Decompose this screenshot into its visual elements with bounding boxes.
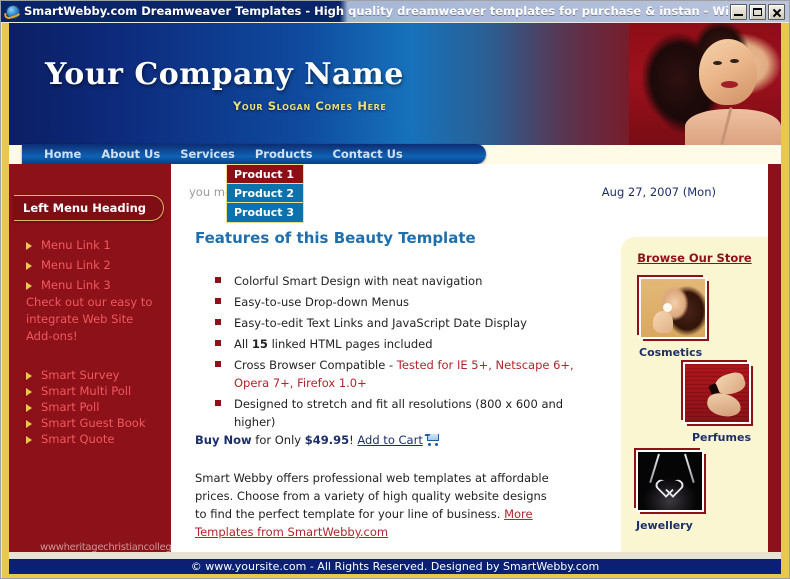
nav-item-about-us[interactable]: About Us [91, 144, 170, 164]
internet-explorer-icon [3, 4, 22, 20]
minimize-button[interactable] [730, 3, 747, 20]
store-sidebar: Browse Our Store Cosmetics Perfumes Jewe… [621, 237, 768, 552]
nav-item-services[interactable]: Services [170, 144, 245, 164]
page-canvas: Your Company Name Your Slogan Comes Here… [2, 23, 789, 578]
title-bar: SmartWebby.com Dreamweaver Templates - H… [1, 1, 789, 22]
shopping-cart-icon [424, 434, 440, 446]
price-label: $49.95 [304, 433, 350, 447]
site-slogan: Your Slogan Comes Here [233, 99, 387, 113]
intro-paragraph: Smart Webby offers professional web temp… [195, 469, 555, 541]
store-item-perfumes[interactable]: Perfumes [683, 362, 751, 444]
right-red-strip [768, 164, 781, 552]
sidebar-link-smart-guest-book[interactable]: Smart Guest Book [26, 416, 146, 430]
sidebar-heading: Left Menu Heading [14, 195, 164, 221]
browser-window: SmartWebby.com Dreamweaver Templates - H… [0, 0, 790, 579]
sidebar-link-smart-survey[interactable]: Smart Survey [26, 368, 119, 382]
add-to-cart-link[interactable]: Add to Cart [357, 433, 422, 447]
sidebar-link-smart-poll[interactable]: Smart Poll [26, 400, 99, 414]
list-item: Easy-to-use Drop-down Menus [215, 293, 585, 311]
browser-compat-label: Cross Browser Compatible - [234, 358, 397, 372]
window-title: SmartWebby.com Dreamweaver Templates - H… [24, 4, 730, 18]
bottom-rail [2, 574, 789, 578]
page-title: Features of this Beauty Template [195, 229, 476, 247]
nav-item-contact-us[interactable]: Contact Us [322, 144, 412, 164]
list-item: Colorful Smart Design with neat navigati… [215, 272, 585, 290]
store-item-jewellery[interactable]: Jewellery [636, 450, 704, 532]
maximize-button[interactable] [749, 3, 766, 20]
right-gold-rail [781, 23, 789, 578]
buy-now-line: Buy Now for Only $49.95! Add to Cart [195, 433, 440, 447]
current-date: Aug 27, 2007 (Mon) [601, 185, 716, 199]
sidebar-link-menu-link-2[interactable]: Menu Link 2 [26, 258, 111, 272]
cosmetics-thumbnail[interactable] [639, 277, 707, 339]
main-navigation: Home About Us Services Products Contact … [22, 144, 486, 164]
close-button[interactable] [768, 3, 785, 20]
nav-item-products[interactable]: Products [245, 144, 323, 164]
sidebar-link-menu-link-1[interactable]: Menu Link 1 [26, 238, 111, 252]
sidebar-link-smart-quote[interactable]: Smart Quote [26, 432, 114, 446]
store-item-label: Perfumes [691, 431, 751, 444]
store-item-cosmetics[interactable]: Cosmetics [639, 277, 707, 359]
list-item: All 15 linked HTML pages included [215, 335, 585, 353]
feature-list: Colorful Smart Design with neat navigati… [215, 272, 585, 434]
store-item-label: Jewellery [636, 519, 693, 532]
footer-bar: © www.yoursite.com - All Rights Reserved… [9, 559, 781, 574]
products-dropdown-menu: Product 1 Product 2 Product 3 [226, 164, 304, 223]
site-watermark: wwwheritagechristiancollege.com [40, 542, 201, 553]
footer-spacer [9, 552, 781, 559]
left-sidebar: Left Menu Heading Menu Link 1 Menu Link … [9, 164, 171, 552]
store-item-label: Cosmetics [639, 346, 703, 359]
sidebar-note: Check out our easy to integrate Web Site… [26, 295, 153, 343]
list-item: Easy-to-edit Text Links and JavaScript D… [215, 314, 585, 332]
buy-now-label: Buy Now [195, 433, 252, 447]
for-only-label: for Only [251, 433, 305, 447]
header-model-photo [629, 23, 781, 145]
sidebar-link-smart-multi-poll[interactable]: Smart Multi Poll [26, 384, 131, 398]
list-item: Cross Browser Compatible - Tested for IE… [215, 356, 585, 392]
dropdown-item-product-3[interactable]: Product 3 [227, 203, 303, 222]
site-masthead: Your Company Name Your Slogan Comes Here [9, 23, 781, 145]
dropdown-item-product-1[interactable]: Product 1 [227, 165, 303, 184]
intro-text: Smart Webby offers professional web temp… [195, 471, 549, 521]
jewellery-thumbnail[interactable] [636, 450, 704, 512]
left-gold-rail [2, 23, 9, 578]
sidebar-link-menu-link-3[interactable]: Menu Link 3 [26, 278, 111, 292]
list-item: Designed to stretch and fit all resoluti… [215, 395, 585, 431]
browse-our-store-link[interactable]: Browse Our Store [621, 251, 768, 265]
dropdown-item-product-2[interactable]: Product 2 [227, 184, 303, 203]
perfumes-thumbnail[interactable] [683, 362, 751, 424]
company-name: Your Company Name [45, 57, 404, 92]
window-controls [730, 3, 785, 20]
pages-count: 15 [251, 337, 268, 351]
nav-item-home[interactable]: Home [34, 144, 91, 164]
